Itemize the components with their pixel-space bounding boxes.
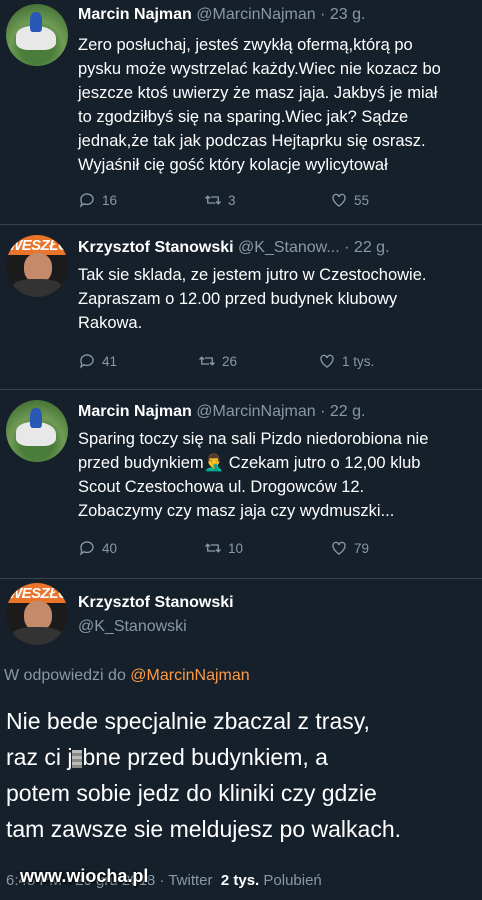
tweet-text: Sparing toczy się na sali Pizdo niedorob… [78, 427, 478, 523]
avatar-logo-text: WESZŁO [8, 237, 68, 254]
avatar[interactable] [6, 400, 68, 462]
retweet-button[interactable]: 3 [204, 191, 236, 209]
tweet-actions: 41 26 1 tys. [78, 352, 458, 376]
main-tweet-text: Nie bede specjalnie zbaczal z trasy, raz… [6, 703, 478, 847]
heart-icon [332, 193, 346, 207]
retweet-icon [199, 356, 215, 366]
reply-button[interactable]: 16 [78, 191, 117, 209]
tweet[interactable]: Marcin Najman @MarcinNajman · 22 g. Spar… [0, 390, 482, 578]
tweet-line: tam zawsze sie meldujesz po walkach. [6, 816, 401, 842]
avatar[interactable] [6, 4, 68, 66]
rider-picture [30, 408, 42, 428]
tweet-line: przed budynkiem🤦‍♂️ Czekam jutro o 12,00… [78, 454, 421, 472]
tweet-actions: 16 3 55 [78, 191, 458, 215]
avatar[interactable]: WESZŁO [6, 235, 68, 297]
author-name[interactable]: Marcin Najman [78, 403, 192, 420]
like-button[interactable]: 79 [330, 539, 369, 557]
author-name[interactable]: Krzysztof Stanowski [78, 594, 234, 612]
tweet-source[interactable]: · Twitter [159, 872, 212, 889]
retweet-icon [205, 543, 221, 553]
like-count: 1 tys. [342, 353, 375, 369]
tweet-line: Sparing toczy się na sali Pizdo niedorob… [78, 430, 429, 448]
avatar-shirt [12, 627, 62, 645]
avatar[interactable]: WESZŁO [6, 583, 68, 645]
tweet[interactable]: WESZŁO Krzysztof Stanowski @K_Stanow... … [0, 225, 482, 389]
reply-button[interactable]: 41 [78, 352, 117, 370]
separator-dot: · [320, 6, 326, 23]
tweet-text: Tak sie sklada, ze jestem jutro w Czesto… [78, 263, 478, 335]
separator-dot: · [344, 239, 350, 256]
reply-button[interactable]: 40 [78, 539, 117, 557]
timestamp[interactable]: 23 g. [330, 6, 366, 23]
reply-count: 16 [102, 192, 118, 208]
rider-picture [30, 12, 42, 32]
reply-prefix: W odpowiedzi do [4, 667, 126, 684]
retweet-button[interactable]: 26 [198, 352, 237, 370]
like-count: 55 [354, 192, 370, 208]
reply-icon [79, 541, 94, 556]
like-button[interactable]: 1 tys. [318, 352, 374, 370]
author-name[interactable]: Marcin Najman [78, 6, 192, 23]
heart-icon [320, 354, 334, 368]
tweet-header: Marcin Najman @MarcinNajman · 22 g. [78, 403, 365, 421]
like-count: 79 [354, 540, 370, 556]
tweet-line: potem sobie jedz do kliniki czy gdzie [6, 780, 377, 806]
author-handle[interactable]: @K_Stanowski [78, 618, 187, 636]
tweet-line: Rakowa. [78, 314, 143, 332]
tweet-line: jeszcze ktoś uwierzy że masz jaja. Jakby… [78, 84, 438, 102]
tweet-actions: 40 10 79 [78, 539, 458, 563]
like-button[interactable]: 55 [330, 191, 369, 209]
tweet-header: Marcin Najman @MarcinNajman · 23 g. [78, 6, 365, 24]
heart-icon [332, 541, 346, 555]
retweet-count: 26 [222, 353, 238, 369]
tweet-line: Scout Czestochowa ul. Drogowców 12. [78, 478, 365, 496]
separator-dot: · [320, 403, 326, 420]
likes-label[interactable]: Polubień [263, 872, 321, 889]
tweet-line-part: raz ci j [6, 744, 73, 770]
timestamp[interactable]: 22 g. [330, 403, 366, 420]
author-handle[interactable]: @K_Stanow... [238, 239, 340, 256]
tweet-line: Zero posłuchaj, jesteś zwykłą ofermą,któ… [78, 36, 413, 54]
author-name[interactable]: Krzysztof Stanowski [78, 239, 234, 256]
retweet-icon [205, 195, 221, 205]
retweet-button[interactable]: 10 [204, 539, 243, 557]
timestamp[interactable]: 22 g. [354, 239, 390, 256]
tweet-line: pysku może wystrzelać każdy.Wiec nie koz… [78, 60, 441, 78]
tweet-line: to zgodziłbyś się na sparing.Wiec jak? S… [78, 108, 409, 126]
tweet-text: Zero posłuchaj, jesteś zwykłą ofermą,któ… [78, 33, 478, 177]
tweet-line-part: bne przed budynkiem, a [82, 744, 328, 770]
tweet[interactable]: Marcin Najman @MarcinNajman · 23 g. Zero… [0, 0, 482, 224]
censor-blur [72, 749, 83, 768]
reply-count: 41 [102, 353, 118, 369]
retweet-count: 3 [228, 192, 236, 208]
reply-mention-link[interactable]: @MarcinNajman [130, 667, 249, 684]
tweet-header: Krzysztof Stanowski @K_Stanow... · 22 g. [78, 239, 390, 257]
reply-icon [79, 193, 94, 208]
tweet-line: jednak,że tak jak podczas Hejtaprku się … [78, 132, 426, 150]
tweet-line: Nie bede specjalnie zbaczal z trasy, [6, 708, 370, 734]
tweet-line: Tak sie sklada, ze jestem jutro w Czesto… [78, 266, 427, 284]
watermark: www.wiocha.pl [20, 866, 149, 886]
tweet-line: Wyjaśnił cię gość który kolacje wylicyto… [78, 156, 388, 174]
tweet-line: raz ci j bne przed budynkiem, a [6, 739, 478, 775]
retweet-count: 10 [228, 540, 244, 556]
reply-context: W odpowiedzi do @MarcinNajman [4, 667, 250, 685]
author-handle[interactable]: @MarcinNajman [196, 403, 315, 420]
reply-count: 40 [102, 540, 118, 556]
reply-icon [79, 354, 94, 369]
tweet-line: Zapraszam o 12.00 przed budynek klubowy [78, 290, 398, 308]
avatar-logo-text: WESZŁO [8, 585, 68, 602]
author-handle[interactable]: @MarcinNajman [196, 6, 315, 23]
tweet-line: Zobaczymy czy masz jaja czy wydmuszki... [78, 502, 395, 520]
likes-count[interactable]: 2 tys. [221, 872, 259, 889]
avatar-shirt [12, 279, 62, 297]
